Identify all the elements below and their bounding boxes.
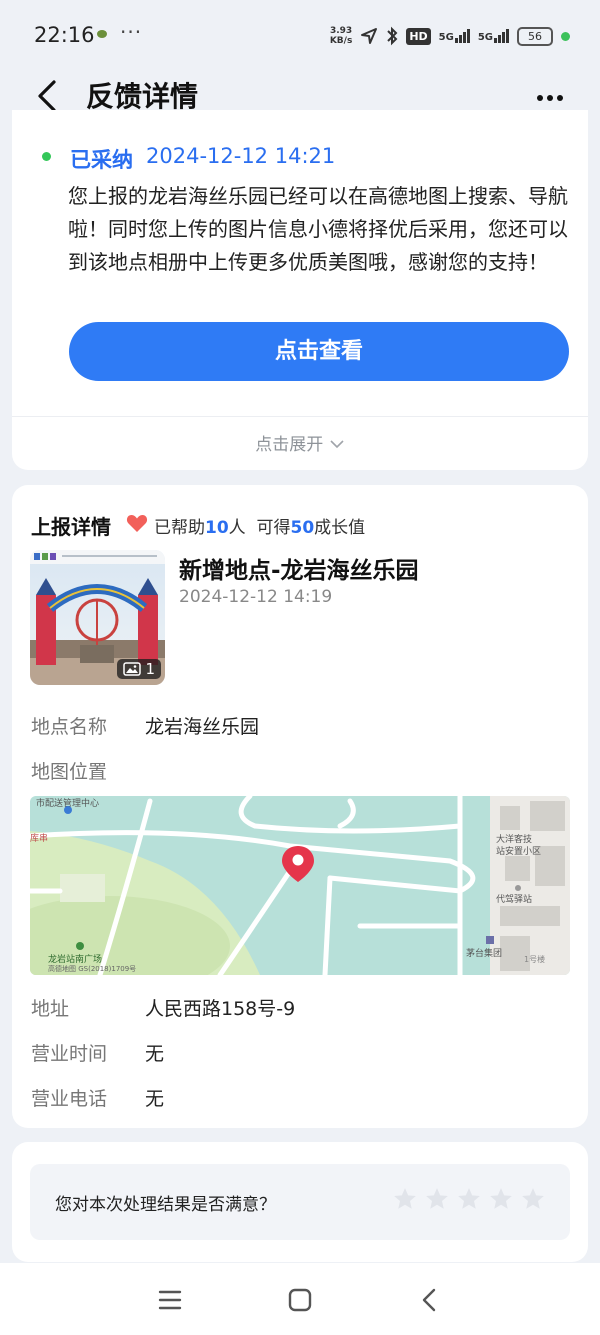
svg-text:茅台集团: 茅台集团 bbox=[466, 947, 502, 959]
adoption-message: 您上报的龙岩海丝乐园已经可以在高德地图上搜索、导航啦！同时您上传的图片信息小德将… bbox=[68, 184, 568, 274]
privacy-dot bbox=[561, 31, 570, 41]
adoption-status: 已采纳 bbox=[70, 148, 133, 172]
report-card: 上报详情 已帮助10人 可得50成长值 1 新增地点-龙岩海丝乐园 2024-1… bbox=[12, 485, 588, 1128]
back-nav-icon[interactable] bbox=[413, 1283, 447, 1317]
place-name-label: 地点名称 bbox=[31, 716, 108, 738]
svg-text:高德地图 GS(2018)1709号: 高德地图 GS(2018)1709号 bbox=[48, 964, 136, 973]
status-time: 22:16 bbox=[34, 23, 95, 47]
net-speed: 3.93 KB/s bbox=[329, 26, 353, 46]
star-5-icon[interactable] bbox=[520, 1186, 546, 1212]
star-3-icon[interactable] bbox=[456, 1186, 482, 1212]
heart-icon bbox=[126, 515, 148, 532]
more-notifications-icon: ··· bbox=[120, 20, 143, 44]
more-options-button[interactable] bbox=[530, 78, 570, 114]
signal-icon-2: 5G bbox=[478, 29, 509, 43]
signal-icon: 5G bbox=[439, 29, 470, 43]
map-graphic: 市配送管理中心 库串 大洋客技 站安置小区 代驾驿站 茅台集团 1号楼 龙岩站南… bbox=[30, 796, 570, 975]
address-value: 人民西路158号-9 bbox=[145, 998, 296, 1020]
phone-value: 无 bbox=[145, 1088, 165, 1110]
hours-label: 营业时间 bbox=[31, 1043, 108, 1065]
view-button[interactable]: 点击查看 bbox=[69, 322, 569, 381]
home-icon[interactable] bbox=[283, 1283, 317, 1317]
star-2-icon[interactable] bbox=[424, 1186, 450, 1212]
expand-label: 点击展开 bbox=[255, 435, 324, 455]
place-name-value: 龙岩海丝乐园 bbox=[145, 716, 260, 738]
image-icon bbox=[123, 662, 142, 676]
system-nav-bar bbox=[0, 1263, 600, 1335]
menu-icon[interactable] bbox=[153, 1283, 187, 1317]
map-view[interactable]: 市配送管理中心 库串 大洋客技 站安置小区 代驾驿站 茅台集团 1号楼 龙岩站南… bbox=[30, 796, 570, 975]
svg-text:大洋客技: 大洋客技 bbox=[496, 833, 532, 845]
satisfaction-box: 您对本次处理结果是否满意？ bbox=[30, 1164, 570, 1240]
divider bbox=[12, 416, 588, 417]
place-title: 新增地点-龙岩海丝乐园 bbox=[179, 558, 419, 584]
address-label: 地址 bbox=[31, 998, 70, 1020]
help-stats: 已帮助10人 可得50成长值 bbox=[154, 518, 366, 538]
svg-text:库串: 库串 bbox=[30, 832, 48, 844]
bluetooth-icon bbox=[387, 26, 398, 46]
phone-label: 营业电话 bbox=[31, 1088, 108, 1110]
status-dot-icon bbox=[42, 152, 51, 161]
svg-text:龙岩站南广场: 龙岩站南广场 bbox=[48, 953, 102, 965]
star-1-icon[interactable] bbox=[392, 1186, 418, 1212]
star-4-icon[interactable] bbox=[488, 1186, 514, 1212]
hours-value: 无 bbox=[145, 1043, 165, 1065]
svg-text:代驾驿站: 代驾驿站 bbox=[496, 893, 532, 905]
battery-icon: 56 bbox=[517, 26, 553, 46]
rating-stars bbox=[392, 1186, 546, 1212]
adoption-time: 2024-12-12 14:21 bbox=[146, 144, 336, 168]
location-icon bbox=[361, 28, 378, 44]
photo-count-badge: 1 bbox=[117, 659, 161, 679]
svg-text:站安置小区: 站安置小区 bbox=[496, 845, 541, 857]
chevron-down-icon bbox=[330, 440, 344, 449]
expand-toggle[interactable]: 点击展开 bbox=[12, 430, 588, 455]
report-section-title: 上报详情 bbox=[31, 515, 111, 539]
adoption-card: 已采纳 2024-12-12 14:21 您上报的龙岩海丝乐园已经可以在高德地图… bbox=[12, 110, 588, 470]
map-location-label: 地图位置 bbox=[31, 761, 108, 783]
svg-text:1号楼: 1号楼 bbox=[524, 954, 545, 964]
feedback-card: 您对本次处理结果是否满意？ bbox=[12, 1142, 588, 1262]
place-photo-thumbnail[interactable]: 1 bbox=[30, 550, 165, 685]
satisfaction-question: 您对本次处理结果是否满意？ bbox=[55, 1195, 276, 1215]
hd-icon: HD bbox=[406, 27, 431, 45]
status-bar: 22:16 ··· 3.93 KB/s HD 5G 5G 56 bbox=[0, 0, 600, 70]
page-title: 反馈详情 bbox=[86, 80, 199, 113]
place-report-time: 2024-12-12 14:19 bbox=[179, 587, 333, 607]
status-icons: 3.93 KB/s HD 5G 5G 56 bbox=[330, 24, 570, 48]
app-notification-icon bbox=[97, 30, 107, 38]
